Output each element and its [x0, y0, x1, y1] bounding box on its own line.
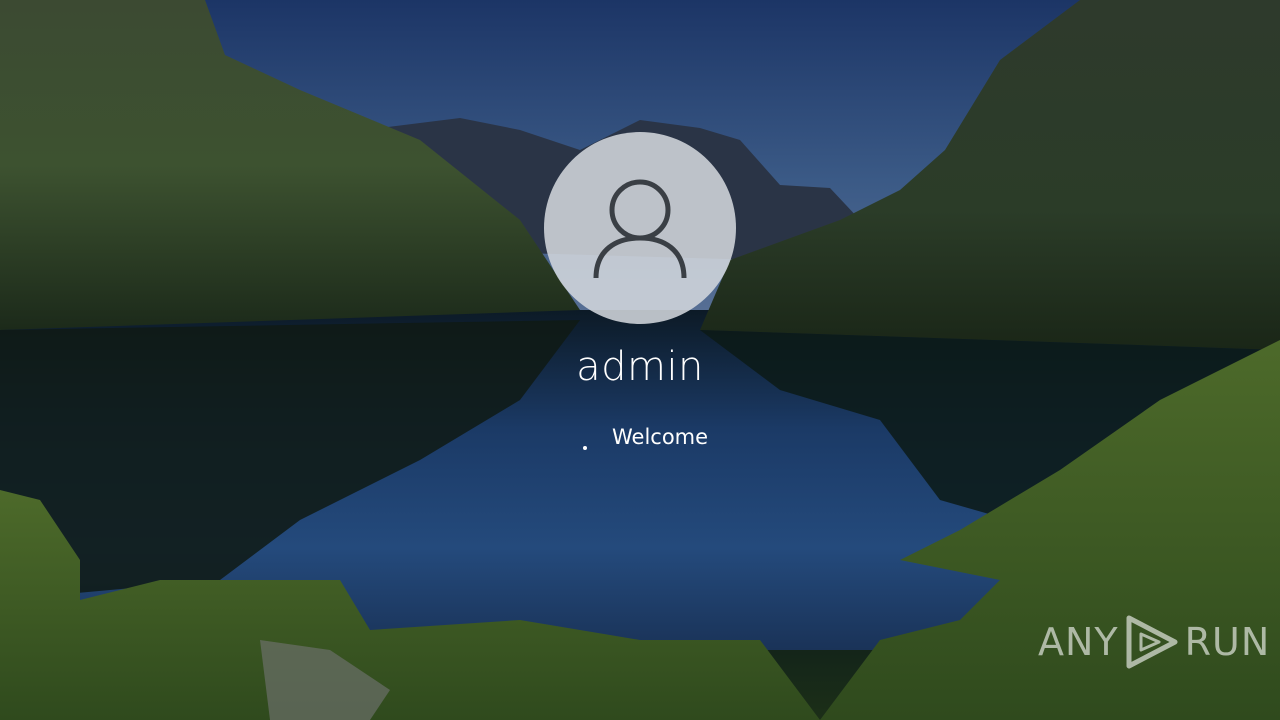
username-label: admin [576, 344, 704, 390]
anyrun-watermark: ANY RUN [1038, 612, 1270, 672]
lock-screen: admin Welcome ANY RUN [0, 0, 1280, 720]
watermark-left: ANY [1038, 620, 1119, 664]
welcome-text: Welcome [612, 425, 709, 449]
user-icon [593, 179, 687, 279]
user-avatar [544, 132, 736, 324]
loading-spinner-icon [578, 424, 604, 450]
watermark-right: RUN [1184, 620, 1271, 664]
status-row: Welcome [578, 422, 708, 452]
play-icon [1126, 615, 1178, 669]
